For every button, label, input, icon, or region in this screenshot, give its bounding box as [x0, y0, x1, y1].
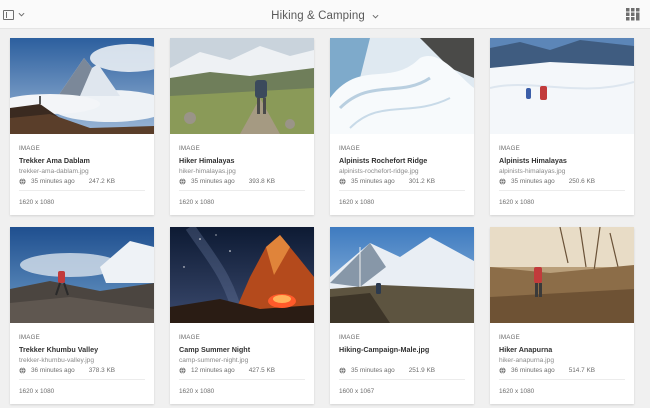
- asset-title: Hiking-Campaign-Male.jpg: [339, 345, 430, 354]
- divider: [339, 190, 465, 191]
- asset-filename: alpinists-rochefort-ridge.jpg: [339, 168, 419, 175]
- asset-card[interactable]: IMAGE Trekker Ama Dablam trekker-ama-dab…: [10, 38, 154, 215]
- asset-title: Hiker Anapurna: [499, 345, 553, 354]
- asset-type: IMAGE: [499, 334, 520, 341]
- asset-thumbnail: [170, 227, 314, 323]
- asset-type: IMAGE: [179, 334, 200, 341]
- file-size: 393.8 KB: [248, 178, 275, 185]
- asset-title: Alpinists Rochefort Ridge: [339, 156, 428, 165]
- divider: [19, 379, 145, 380]
- image-dimensions: 1620 x 1080: [499, 199, 535, 206]
- asset-title: Alpinists Himalayas: [499, 156, 567, 165]
- asset-type: IMAGE: [339, 145, 360, 152]
- title-area: Hiking & Camping: [0, 6, 650, 24]
- asset-meta: 35 minutes ago 301.2 KB: [339, 178, 465, 185]
- image-dimensions: 1620 x 1080: [179, 388, 215, 395]
- asset-meta: 36 minutes ago 378.3 KB: [19, 367, 145, 374]
- asset-card[interactable]: IMAGE Alpinists Rochefort Ridge alpinist…: [330, 38, 474, 215]
- asset-type: IMAGE: [339, 334, 360, 341]
- modified-time: 35 minutes ago: [191, 178, 235, 185]
- modified-time: 35 minutes ago: [511, 178, 555, 185]
- globe-icon: [19, 367, 26, 374]
- asset-card[interactable]: IMAGE Hiker Anapurna hiker-anapurna.jpg …: [490, 227, 634, 404]
- asset-filename: trekker-ama-dablam.jpg: [19, 168, 89, 175]
- asset-title: Camp Summer Night: [179, 345, 251, 354]
- asset-thumbnail: [490, 38, 634, 134]
- asset-card[interactable]: IMAGE Hiking-Campaign-Male.jpg 35 minute…: [330, 227, 474, 404]
- divider: [499, 190, 625, 191]
- asset-meta: 12 minutes ago 427.5 KB: [179, 367, 305, 374]
- asset-filename: camp-summer-night.jpg: [179, 357, 249, 364]
- divider: [179, 190, 305, 191]
- modified-time: 36 minutes ago: [31, 367, 75, 374]
- asset-card[interactable]: IMAGE Hiker Himalayas hiker-himalayas.jp…: [170, 38, 314, 215]
- globe-icon: [179, 367, 186, 374]
- divider: [499, 379, 625, 380]
- globe-icon: [339, 367, 346, 374]
- file-size: 514.7 KB: [568, 367, 595, 374]
- asset-card[interactable]: IMAGE Trekker Khumbu Valley trekker-khum…: [10, 227, 154, 404]
- asset-meta: 35 minutes ago 250.6 KB: [499, 178, 625, 185]
- asset-meta: 35 minutes ago 393.8 KB: [179, 178, 305, 185]
- asset-filename: trekker-khumbu-valley.jpg: [19, 357, 95, 364]
- asset-thumbnail: [170, 38, 314, 134]
- image-dimensions: 1620 x 1080: [179, 199, 215, 206]
- asset-thumbnail: [10, 38, 154, 134]
- card-view-icon[interactable]: [626, 8, 640, 21]
- asset-type: IMAGE: [19, 145, 40, 152]
- divider: [179, 379, 305, 380]
- asset-meta: 36 minutes ago 514.7 KB: [499, 367, 625, 374]
- asset-filename: hiker-himalayas.jpg: [179, 168, 236, 175]
- modified-time: 12 minutes ago: [191, 367, 235, 374]
- asset-thumbnail: [330, 227, 474, 323]
- asset-filename: hiker-anapurna.jpg: [499, 357, 554, 364]
- asset-type: IMAGE: [19, 334, 40, 341]
- asset-title: Trekker Ama Dablam: [19, 156, 90, 165]
- file-size: 251.9 KB: [408, 367, 435, 374]
- globe-icon: [499, 367, 506, 374]
- asset-type: IMAGE: [179, 145, 200, 152]
- modified-time: 35 minutes ago: [31, 178, 75, 185]
- asset-card[interactable]: IMAGE Camp Summer Night camp-summer-nigh…: [170, 227, 314, 404]
- image-dimensions: 1620 x 1080: [19, 199, 55, 206]
- globe-icon: [499, 178, 506, 185]
- image-dimensions: 1620 x 1080: [19, 388, 55, 395]
- asset-thumbnail: [490, 227, 634, 323]
- file-size: 378.3 KB: [88, 367, 115, 374]
- asset-meta: 35 minutes ago 251.9 KB: [339, 367, 465, 374]
- asset-thumbnail: [10, 227, 154, 323]
- image-dimensions: 1620 x 1080: [339, 199, 375, 206]
- asset-meta: 35 minutes ago 247.2 KB: [19, 178, 145, 185]
- file-size: 247.2 KB: [88, 178, 115, 185]
- modified-time: 35 minutes ago: [351, 367, 395, 374]
- asset-title: Trekker Khumbu Valley: [19, 345, 99, 354]
- file-size: 250.6 KB: [568, 178, 595, 185]
- asset-card[interactable]: IMAGE Alpinists Himalayas alpinists-hima…: [490, 38, 634, 215]
- image-dimensions: 1620 x 1080: [499, 388, 535, 395]
- file-size: 427.5 KB: [248, 367, 275, 374]
- globe-icon: [19, 178, 26, 185]
- modified-time: 35 minutes ago: [351, 178, 395, 185]
- file-size: 301.2 KB: [408, 178, 435, 185]
- collection-title-dropdown[interactable]: Hiking & Camping: [271, 10, 379, 22]
- globe-icon: [179, 178, 186, 185]
- divider: [19, 190, 145, 191]
- asset-thumbnail: [330, 38, 474, 134]
- page-title: Hiking & Camping: [271, 10, 365, 22]
- top-bar: Hiking & Camping: [0, 0, 650, 29]
- asset-title: Hiker Himalayas: [179, 156, 235, 165]
- asset-filename: alpinists-himalayas.jpg: [499, 168, 566, 175]
- chevron-down-icon: [372, 14, 379, 19]
- image-dimensions: 1600 x 1067: [339, 388, 375, 395]
- modified-time: 36 minutes ago: [511, 367, 555, 374]
- globe-icon: [339, 178, 346, 185]
- asset-type: IMAGE: [499, 145, 520, 152]
- divider: [339, 379, 465, 380]
